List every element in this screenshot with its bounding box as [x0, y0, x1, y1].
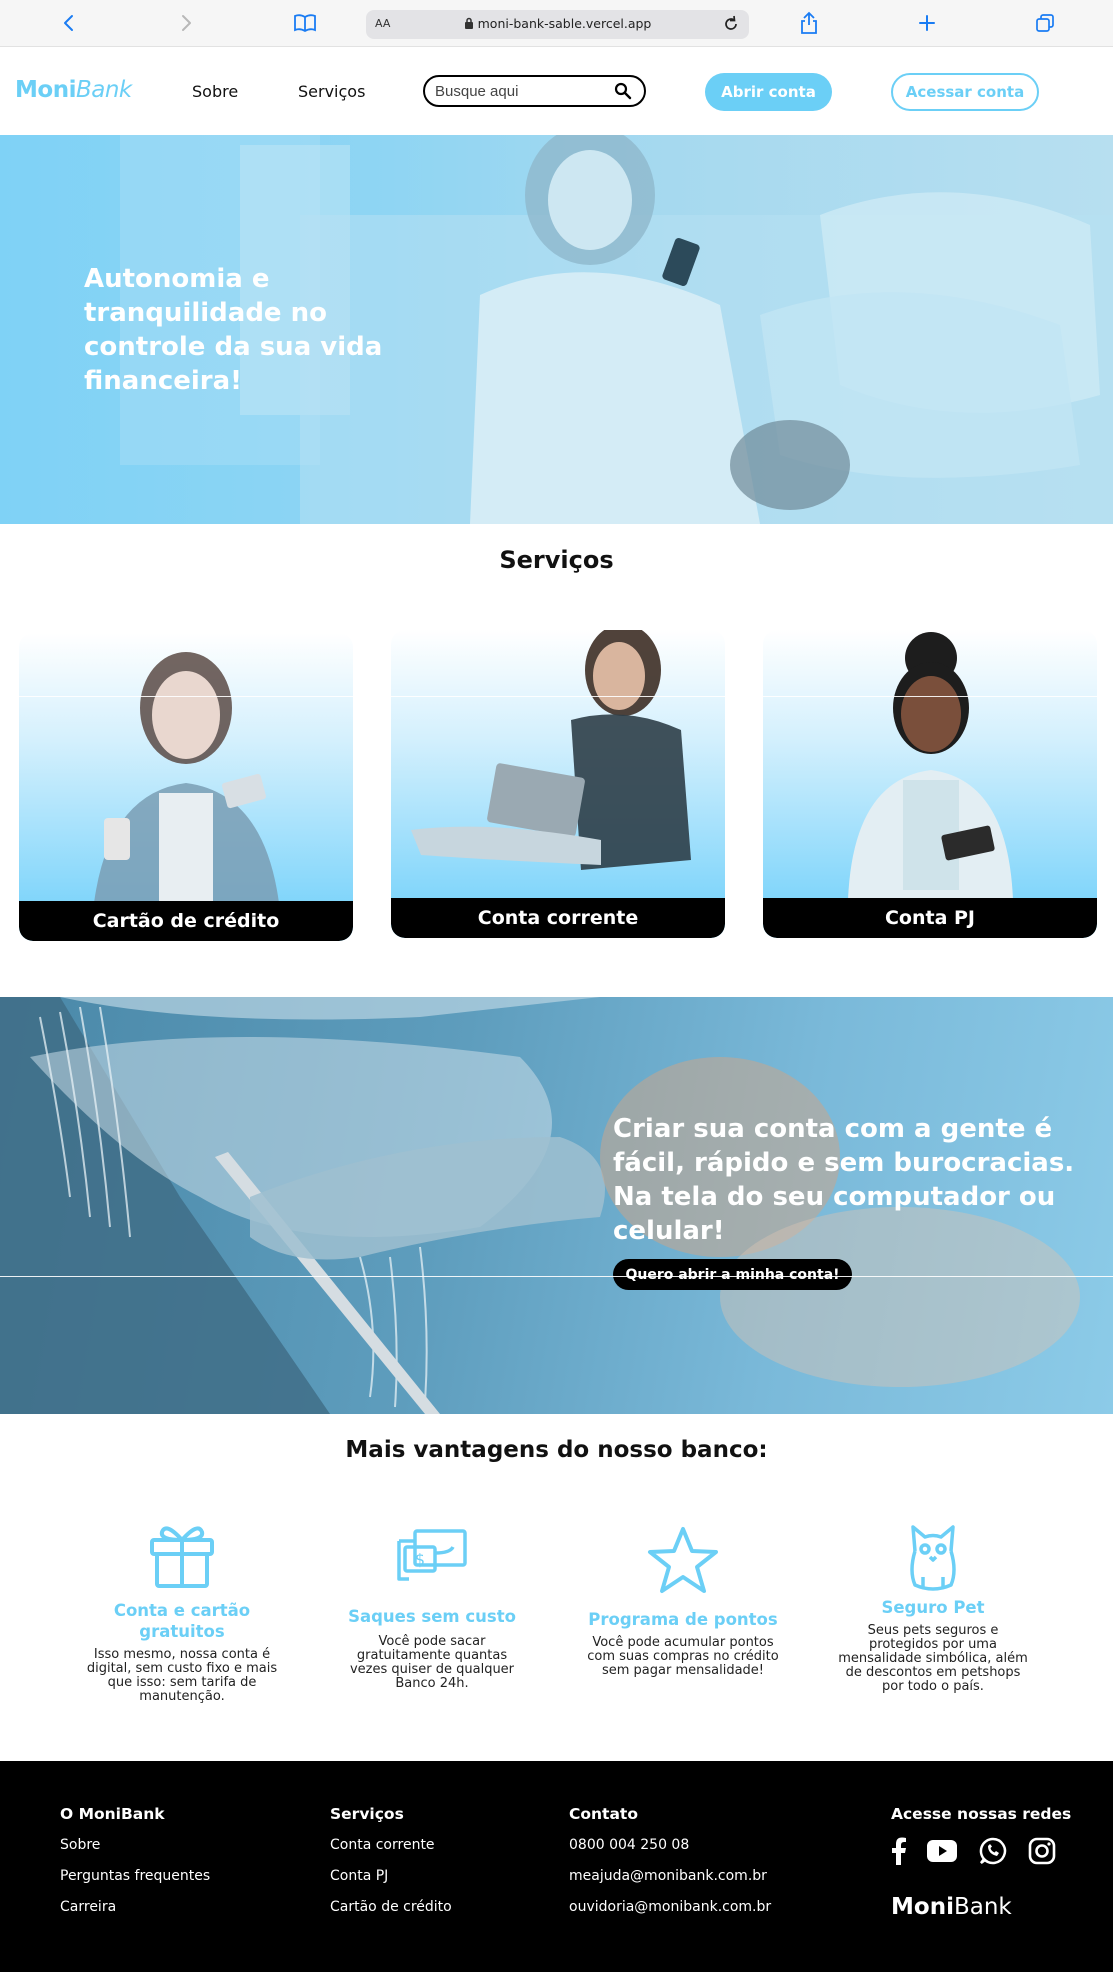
open-my-account-button[interactable]: Quero abrir a minha conta! [613, 1259, 852, 1290]
footer-link-credit-card[interactable]: Cartão de crédito [330, 1899, 452, 1915]
divider-line [0, 696, 1113, 697]
service-card-label: Cartão de crédito [19, 901, 353, 941]
facebook-icon[interactable] [882, 1835, 914, 1867]
nav-link-servicos[interactable]: Serviços [298, 82, 365, 101]
credit-card-person-image [94, 652, 279, 903]
footer-link-business-account[interactable]: Conta PJ [330, 1868, 388, 1884]
footer-logo-bold: Moni [891, 1894, 954, 1920]
advantage-description: Você pode sacar gratuitamente quantas ve… [349, 1634, 515, 1691]
advantage-pet-insurance: Seguro Pet Seus pets seguros e protegido… [828, 1521, 1038, 1694]
search-box [423, 75, 646, 107]
business-account-person-image [848, 632, 1013, 900]
share-icon[interactable] [796, 10, 822, 36]
footer-email-ombudsman[interactable]: ouvidoria@monibank.com.br [569, 1899, 771, 1915]
whatsapp-icon[interactable] [977, 1835, 1009, 1867]
footer-email-help[interactable]: meajuda@monibank.com.br [569, 1868, 767, 1884]
banner-title: Criar sua conta com a gente é fácil, ráp… [613, 1114, 1075, 1246]
star-icon [648, 1527, 718, 1593]
tabs-overview-icon[interactable] [1032, 10, 1058, 36]
footer-logo: MoniBank [891, 1894, 1012, 1920]
footer-heading-monibank: O MoniBank [60, 1805, 165, 1823]
service-card-checking-account[interactable]: Conta corrente [391, 630, 725, 938]
site-header: MoniBank Sobre Serviços Abrir conta Aces… [0, 47, 1113, 135]
lock-icon [464, 17, 473, 29]
url-text: moni-bank-sable.vercel.app [366, 16, 749, 31]
service-card-business-account[interactable]: Conta PJ [763, 630, 1097, 938]
open-account-button[interactable]: Abrir conta [705, 73, 832, 111]
instagram-icon[interactable] [1026, 1835, 1058, 1867]
back-icon[interactable] [56, 10, 82, 36]
forward-icon[interactable] [173, 10, 199, 36]
new-tab-icon[interactable] [914, 10, 940, 36]
search-icon[interactable] [614, 82, 632, 100]
advantage-description: Você pode acumular pontos com suas compr… [587, 1635, 779, 1678]
cat-icon [910, 1525, 956, 1591]
address-bar[interactable]: AA moni-bank-sable.vercel.app [366, 10, 749, 39]
footer-phone[interactable]: 0800 004 250 08 [569, 1837, 689, 1853]
monibank-logo[interactable]: MoniBank [15, 77, 132, 103]
footer-heading-contact: Contato [569, 1805, 638, 1823]
footer-heading-services: Serviços [330, 1805, 404, 1823]
advantage-name: Programa de pontos [588, 1610, 778, 1629]
youtube-icon[interactable] [926, 1835, 958, 1867]
advantage-name: Conta e cartão gratuitos [113, 1601, 251, 1641]
advantage-name: Seguro Pet [881, 1598, 985, 1617]
gift-icon [150, 1526, 214, 1588]
advantage-points-program: Programa de pontos Você pode acumular po… [578, 1525, 788, 1678]
site-footer: O MoniBank Sobre Perguntas frequentes Ca… [0, 1761, 1113, 1972]
logo-italic-part: Bank [75, 77, 132, 103]
svg-text:$: $ [415, 1550, 425, 1569]
advantages-title: Mais vantagens do nosso banco: [345, 1437, 768, 1463]
footer-link-checking-account[interactable]: Conta corrente [330, 1837, 435, 1853]
footer-logo-regular: Bank [953, 1894, 1012, 1920]
service-card-credit-card[interactable]: Cartão de crédito [19, 633, 353, 941]
hero-title: Autonomia e tranquilidade no controle da… [84, 264, 383, 396]
checking-account-person-image [411, 630, 691, 870]
url-label: moni-bank-sable.vercel.app [477, 16, 652, 31]
advantage-free-account: Conta e cartão gratuitos Isso mesmo, nos… [77, 1518, 287, 1704]
advantage-name: Saques sem custo [348, 1607, 516, 1626]
footer-link-sobre[interactable]: Sobre [60, 1837, 100, 1853]
search-input[interactable] [435, 81, 605, 101]
logo-bold-part: Moni [15, 77, 76, 103]
nav-link-sobre[interactable]: Sobre [192, 82, 238, 101]
divider-line [0, 1276, 1113, 1277]
cash-withdraw-icon: $ [397, 1529, 467, 1581]
access-account-button[interactable]: Acessar conta [891, 73, 1039, 111]
create-account-banner: Criar sua conta com a gente é fácil, ráp… [0, 997, 1113, 1414]
reload-icon[interactable] [721, 14, 741, 34]
services-title: Serviços [499, 546, 614, 574]
hero-banner: Autonomia e tranquilidade no controle da… [0, 135, 1113, 524]
advantage-description: Seus pets seguros e protegidos por uma m… [838, 1623, 1028, 1694]
service-card-label: Conta corrente [391, 898, 725, 938]
advantage-description: Isso mesmo, nossa conta é digital, sem c… [86, 1647, 278, 1704]
footer-link-faq[interactable]: Perguntas frequentes [60, 1868, 210, 1884]
footer-link-careers[interactable]: Carreira [60, 1899, 116, 1915]
browser-toolbar: AA moni-bank-sable.vercel.app [0, 0, 1113, 47]
footer-heading-social: Acesse nossas redes [891, 1805, 1072, 1823]
service-card-label: Conta PJ [763, 898, 1097, 938]
advantage-free-withdrawals: $ Saques sem custo Você pode sacar gratu… [327, 1527, 537, 1691]
bookmarks-icon[interactable] [292, 10, 318, 36]
